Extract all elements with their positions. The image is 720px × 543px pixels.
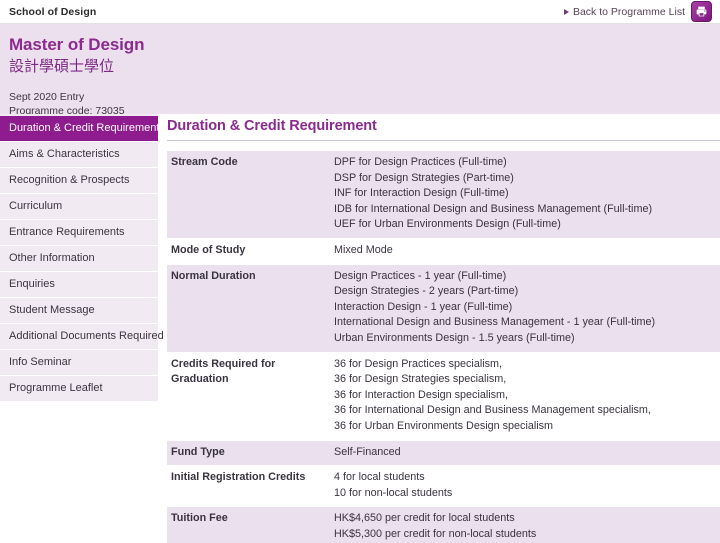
value-line: Urban Environments Design - 1.5 years (F… — [334, 331, 575, 344]
sidebar-item-label: Entrance Requirements — [9, 226, 125, 238]
sidebar-item-enquiries[interactable]: Enquiries — [0, 272, 158, 298]
row-label: Stream Code — [167, 151, 330, 239]
value-line: 36 for Urban Environments Design special… — [334, 419, 554, 432]
sidebar-item-label: Other Information — [9, 252, 95, 264]
main-content: Duration & Credit Requirement Stream Cod… — [158, 114, 720, 543]
sidebar-item-label: Info Seminar — [9, 356, 72, 368]
sidebar-item-label: Student Message — [9, 304, 95, 316]
triangle-right-icon — [563, 8, 569, 15]
row-value: DPF for Design Practices (Full-time) DSP … — [330, 151, 720, 239]
row-value: Self-Financed — [330, 440, 720, 466]
value-line: Interaction Design - 1 year (Full-time) — [334, 300, 513, 313]
sidebar-item-label: Enquiries — [9, 278, 55, 290]
value-line: 36 for Design Strategies specialism, — [334, 373, 507, 386]
back-link-label: Back to Programme List — [572, 5, 685, 18]
value-line: 10 for non-local students — [334, 486, 453, 499]
sidebar-item-label: Duration & Credit Requirement — [9, 122, 160, 134]
table-row: Initial Registration Credits 4 for local … — [167, 465, 720, 507]
sidebar-item-aims-characteristics[interactable]: Aims & Characteristics — [0, 142, 158, 168]
row-label: Tuition Fee — [167, 506, 330, 543]
topbar-actions: Back to Programme List — [563, 1, 712, 22]
table-row: Credits Required for Graduation 36 for De… — [167, 352, 720, 440]
row-label: Initial Registration Credits — [167, 465, 330, 507]
sidebar-item-label: Additional Documents Required — [9, 330, 164, 342]
value-line: HK$5,300 per credit for non-local studen… — [334, 527, 537, 540]
table-row: Normal Duration Design Practices - 1 year… — [167, 264, 720, 353]
school-title: School of Design — [9, 5, 97, 18]
value-line: 4 for local students — [334, 471, 425, 484]
programme-title-en: Master of Design — [9, 35, 145, 54]
value-line: International Design and Business Manage… — [334, 316, 656, 329]
table-row: Fund Type Self-Financed — [167, 440, 720, 466]
value-line: DSP for Design Strategies (Part-time) — [334, 171, 514, 184]
row-label: Fund Type — [167, 440, 330, 466]
programme-banner: Master of Design 設計學碩士學位 Sept 2020 Entry… — [0, 24, 720, 117]
value-line: Mixed Mode — [334, 243, 393, 256]
row-value: HK$4,650 per credit for local students HK… — [330, 506, 720, 543]
value-line: HK$4,650 per credit for local students — [334, 512, 515, 525]
print-button[interactable] — [691, 1, 712, 22]
value-line: Design Strategies - 2 years (Part-time) — [334, 285, 519, 298]
table-row: Tuition Fee HK$4,650 per credit for local… — [167, 506, 720, 543]
printer-icon — [696, 6, 707, 17]
back-to-programme-list-link[interactable]: Back to Programme List — [563, 5, 685, 18]
page-title: Duration & Credit Requirement — [167, 118, 377, 134]
row-label: Credits Required for Graduation — [167, 352, 330, 440]
sidebar-item-label: Programme Leaflet — [9, 382, 103, 394]
value-line: 36 for Design Practices specialism, — [334, 357, 503, 370]
sidebar-item-student-message[interactable]: Student Message — [0, 298, 158, 324]
value-line: 36 for Interaction Design specialism, — [334, 388, 509, 401]
sidebar-item-curriculum[interactable]: Curriculum — [0, 194, 158, 220]
sidebar-item-label: Aims & Characteristics — [9, 148, 120, 160]
sidebar-item-info-seminar[interactable]: Info Seminar — [0, 350, 158, 376]
top-bar: School of Design Back to Programme List — [0, 0, 720, 24]
row-value: Mixed Mode — [330, 238, 720, 265]
page-body: Duration & Credit Requirement Aims & Char… — [0, 114, 720, 543]
row-value: 36 for Design Practices specialism, 36 fo… — [330, 352, 720, 440]
sidebar-item-duration-credit-requirement[interactable]: Duration & Credit Requirement — [0, 116, 160, 142]
table-row: Mode of Study Mixed Mode — [167, 238, 720, 265]
row-value: 4 for local students 10 for non-local stu… — [330, 465, 720, 507]
section-nav-sidebar: Duration & Credit Requirement Aims & Char… — [0, 114, 164, 402]
entry-term: Sept 2020 Entry — [9, 91, 85, 103]
table-row: Stream Code DPF for Design Practices (Ful… — [167, 151, 720, 239]
row-label: Normal Duration — [167, 264, 330, 353]
row-value: Design Practices - 1 year (Full-time) Des… — [330, 264, 720, 353]
heading-divider — [167, 140, 720, 141]
value-line: UEF for Urban Environments Design (Full-… — [334, 218, 561, 231]
programme-title-zh: 設計學碩士學位 — [9, 57, 115, 75]
value-line: DPF for Design Practices (Full-time) — [334, 156, 507, 168]
value-line: 36 for International Design and Business… — [334, 404, 651, 417]
value-line: IDB for International Design and Busines… — [334, 202, 653, 215]
sidebar-item-programme-leaflet[interactable]: Programme Leaflet — [0, 376, 158, 402]
sidebar-item-other-information[interactable]: Other Information — [0, 246, 158, 272]
sidebar-item-label: Recognition & Prospects — [9, 174, 130, 186]
value-line: Design Practices - 1 year (Full-time) — [334, 269, 507, 282]
sidebar-item-recognition-prospects[interactable]: Recognition & Prospects — [0, 168, 158, 194]
row-label: Mode of Study — [167, 238, 330, 265]
duration-credit-table: Stream Code DPF for Design Practices (Ful… — [167, 151, 720, 543]
sidebar-item-additional-documents-required[interactable]: Additional Documents Required — [0, 324, 164, 350]
value-line: INF for Interaction Design (Full-time) — [334, 187, 509, 200]
value-line: Self-Financed — [334, 445, 401, 458]
sidebar-item-entrance-requirements[interactable]: Entrance Requirements — [0, 220, 158, 246]
sidebar-item-label: Curriculum — [9, 200, 63, 212]
